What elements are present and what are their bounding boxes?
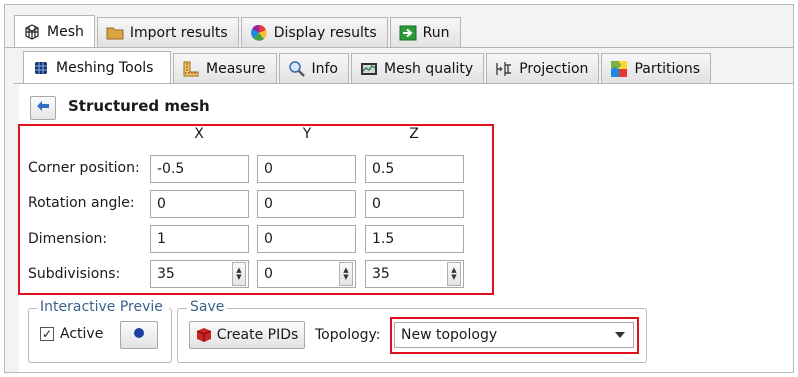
- rotation-angle-label: Rotation angle:: [28, 195, 135, 211]
- blue-dot-icon: [133, 327, 145, 343]
- red-cube-icon: [196, 327, 212, 343]
- tab-label: Measure: [206, 60, 266, 77]
- color-wheel-icon: [250, 24, 268, 42]
- tab-label: Run: [422, 24, 450, 41]
- tab-divider: [5, 47, 793, 48]
- tab-label: Mesh: [47, 23, 84, 40]
- interactive-preview-title: Interactive Previe: [37, 299, 169, 315]
- preview-button[interactable]: [120, 321, 158, 349]
- column-header-z: Z: [409, 126, 419, 142]
- tab-import-results[interactable]: Import results: [96, 17, 239, 47]
- back-arrow-icon: [36, 100, 50, 116]
- active-checkbox[interactable]: ✓ Active: [40, 326, 103, 342]
- tab-partitions[interactable]: Partitions: [601, 53, 712, 83]
- subdivisions-y-value: 0: [264, 266, 273, 282]
- tab-label: Display results: [273, 24, 377, 41]
- tab-mesh[interactable]: Mesh: [14, 15, 95, 47]
- tab-label: Meshing Tools: [56, 59, 154, 76]
- spin-arrows-icon[interactable]: ▲ ▼: [339, 262, 353, 286]
- topology-dropdown[interactable]: New topology: [394, 322, 634, 348]
- ruler-icon: [182, 60, 200, 78]
- main-tab-bar: Mesh Import results Display results Run: [14, 15, 463, 47]
- subdivisions-z-value: 35: [372, 266, 390, 282]
- mesh-quality-icon: [360, 60, 378, 78]
- corner-position-y-field[interactable]: 0: [257, 155, 356, 183]
- dimension-label: Dimension:: [28, 231, 108, 247]
- column-header-y: Y: [302, 126, 312, 142]
- create-pids-button[interactable]: Create PIDs: [189, 321, 305, 349]
- tab-label: Projection: [519, 60, 589, 77]
- rotation-angle-z-field[interactable]: 0: [365, 190, 464, 218]
- tab-measure[interactable]: Measure: [173, 53, 277, 83]
- back-button[interactable]: [30, 96, 56, 120]
- mesh-grid-icon: [23, 23, 41, 41]
- folder-icon: [106, 24, 124, 42]
- rotation-angle-y-field[interactable]: 0: [257, 190, 356, 218]
- corner-position-z-field[interactable]: 0.5: [365, 155, 464, 183]
- run-arrow-icon: [399, 24, 417, 42]
- dimension-z-field[interactable]: 1.5: [365, 225, 464, 253]
- tab-label: Import results: [129, 24, 228, 41]
- tab-label: Mesh quality: [384, 60, 474, 77]
- subdivisions-y-spinbox[interactable]: 0 ▲ ▼: [257, 260, 356, 288]
- checkmark-icon: ✓: [40, 327, 54, 341]
- subdivisions-x-value: 35: [157, 266, 175, 282]
- create-pids-label: Create PIDs: [216, 327, 299, 343]
- corner-position-x-field[interactable]: -0.5: [150, 155, 249, 183]
- rotation-angle-x-field[interactable]: 0: [150, 190, 249, 218]
- tab-label: Partitions: [634, 60, 701, 77]
- subdivisions-z-spinbox[interactable]: 35 ▲ ▼: [365, 260, 464, 288]
- info-magnifier-icon: [288, 60, 306, 78]
- dimension-y-field[interactable]: 0: [257, 225, 356, 253]
- puzzle-icon: [610, 60, 628, 78]
- mesh-cube-icon: [32, 59, 50, 77]
- tab-projection[interactable]: Projection: [486, 53, 600, 83]
- tab-mesh-quality[interactable]: Mesh quality: [351, 53, 485, 83]
- section-title: Structured mesh: [68, 97, 210, 115]
- spin-arrows-icon[interactable]: ▲ ▼: [232, 262, 246, 286]
- tab-display-results[interactable]: Display results: [240, 17, 388, 47]
- projection-icon: [495, 60, 513, 78]
- active-label: Active: [60, 326, 104, 342]
- chevron-down-icon: [615, 332, 625, 338]
- sub-tab-bar: Meshing Tools Measure Info Mesh quality …: [23, 51, 713, 83]
- dimension-x-field[interactable]: 1: [150, 225, 249, 253]
- tab-run[interactable]: Run: [389, 17, 461, 47]
- topology-label: Topology:: [315, 327, 381, 343]
- topology-value: New topology: [401, 327, 498, 343]
- tab-info[interactable]: Info: [278, 53, 349, 83]
- tab-meshing-tools[interactable]: Meshing Tools: [23, 51, 171, 83]
- subdivisions-label: Subdivisions:: [28, 266, 121, 282]
- column-header-x: X: [194, 126, 204, 142]
- save-group-title: Save: [187, 299, 228, 315]
- spin-arrows-icon[interactable]: ▲ ▼: [447, 262, 461, 286]
- subdivisions-x-spinbox[interactable]: 35 ▲ ▼: [150, 260, 249, 288]
- corner-position-label: Corner position:: [28, 160, 140, 176]
- tab-label: Info: [311, 60, 339, 77]
